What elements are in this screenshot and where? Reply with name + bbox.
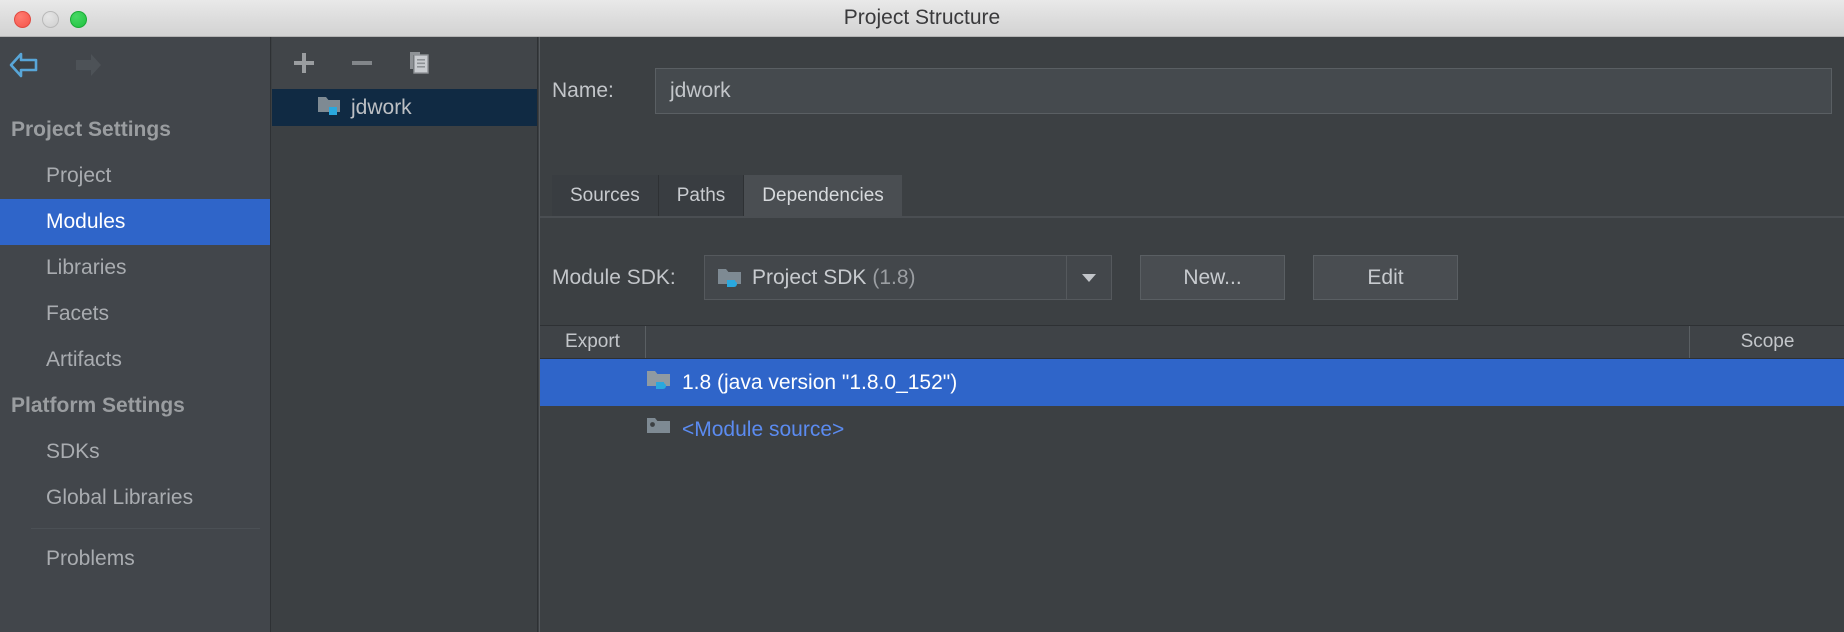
navigation-arrows	[8, 50, 104, 80]
settings-sidebar: Project Settings Project Modules Librari…	[0, 37, 271, 632]
module-name-input[interactable]: jdwork	[655, 68, 1832, 114]
dependency-name-label: 1.8 (java version "1.8.0_152")	[682, 370, 958, 394]
module-sdk-version: (1.8)	[872, 265, 916, 289]
module-tree-item-jdwork[interactable]: jdwork	[272, 89, 537, 126]
title-bar: Project Structure	[0, 0, 1844, 37]
table-row[interactable]: 1.8 (java version "1.8.0_152")	[540, 359, 1844, 406]
project-structure-window: Project Structure Project Settings Proje…	[0, 0, 1844, 632]
column-header-name[interactable]	[646, 326, 1690, 358]
module-tabs: Sources Paths Dependencies	[552, 175, 902, 216]
remove-module-button[interactable]	[347, 48, 377, 78]
copy-module-icon[interactable]	[405, 48, 435, 78]
module-sdk-label: Module SDK:	[552, 265, 676, 289]
module-folder-icon	[317, 94, 342, 121]
cell-dependency-name: 1.8 (java version "1.8.0_152")	[646, 369, 1690, 397]
column-header-scope[interactable]: Scope	[1690, 326, 1844, 358]
module-name-row: Name: jdwork	[552, 67, 1832, 115]
tabs-underline	[540, 216, 1844, 218]
sidebar-item-artifacts[interactable]: Artifacts	[0, 337, 270, 383]
module-tree-item-label: jdwork	[351, 95, 412, 119]
sidebar-group-project-settings: Project Settings	[11, 118, 171, 141]
module-sdk-combobox[interactable]: Project SDK (1.8)	[704, 255, 1112, 300]
sidebar-item-libraries[interactable]: Libraries	[0, 245, 270, 291]
module-detail-pane: Name: jdwork Sources Paths Dependencies …	[539, 37, 1844, 632]
module-sdk-row: Module SDK: Project SDK (1.8) New... Edi…	[552, 255, 1458, 300]
sidebar-item-sdks[interactable]: SDKs	[0, 429, 270, 475]
arrow-right-icon	[72, 50, 104, 80]
dependencies-table: Export Scope 1.8 (java version "1.8.0_15…	[540, 325, 1844, 632]
tab-sources[interactable]: Sources	[552, 175, 659, 216]
new-sdk-button[interactable]: New...	[1140, 255, 1285, 300]
chevron-down-icon[interactable]	[1066, 256, 1111, 299]
sidebar-divider	[31, 528, 260, 529]
edit-sdk-button[interactable]: Edit	[1313, 255, 1458, 300]
dependencies-table-body: 1.8 (java version "1.8.0_152") <Module s…	[540, 359, 1844, 453]
table-row[interactable]: <Module source>	[540, 406, 1844, 453]
window-title: Project Structure	[843, 6, 1001, 29]
sidebar-item-global-libraries[interactable]: Global Libraries	[0, 475, 270, 521]
module-name-label: Name:	[552, 79, 614, 102]
arrow-left-icon[interactable]	[8, 50, 40, 80]
jdk-folder-icon	[717, 267, 743, 289]
sidebar-group-platform-settings: Platform Settings	[11, 394, 185, 417]
dependency-name-label: <Module source>	[682, 417, 845, 441]
sidebar-item-modules[interactable]: Modules	[0, 199, 270, 245]
sidebar-item-problems[interactable]: Problems	[0, 536, 270, 582]
jdk-folder-icon	[646, 369, 672, 397]
sidebar-item-list: Project Settings Project Modules Librari…	[0, 107, 270, 582]
tab-dependencies[interactable]: Dependencies	[744, 175, 902, 216]
sidebar-item-facets[interactable]: Facets	[0, 291, 270, 337]
module-source-icon	[646, 416, 672, 444]
add-module-button[interactable]	[289, 48, 319, 78]
sidebar-item-project[interactable]: Project	[0, 153, 270, 199]
modules-toolbar	[272, 37, 537, 89]
modules-tree: jdwork	[272, 89, 537, 632]
cell-dependency-name: <Module source>	[646, 416, 1690, 444]
module-sdk-value: Project SDK	[752, 265, 867, 289]
dependencies-table-header: Export Scope	[540, 326, 1844, 359]
column-header-export[interactable]: Export	[540, 326, 646, 358]
tab-paths[interactable]: Paths	[658, 175, 745, 216]
modules-panel: jdwork	[272, 37, 538, 632]
